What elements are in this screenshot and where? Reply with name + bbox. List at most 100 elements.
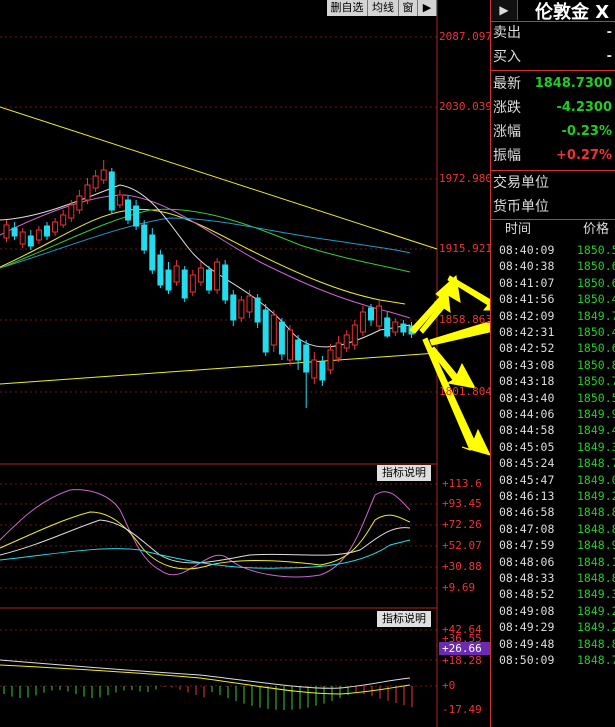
tick-row: 08:43:18 1850.7 — [491, 373, 615, 389]
tick-price: 1850.4 — [577, 325, 615, 339]
divider — [491, 170, 615, 171]
ma-line-white — [0, 184, 411, 348]
delete-watchlist-button[interactable]: 删自选 — [327, 0, 368, 16]
candle — [92, 175, 99, 189]
tick-row: 08:43:08 1850.8 — [491, 357, 615, 373]
tick-time: 08:43:08 — [499, 357, 555, 372]
indicator-axis-label: -17.49 — [442, 703, 482, 716]
tick-price: 1848.9 — [577, 538, 615, 553]
tick-row: 08:48:52 1849.3 — [491, 586, 615, 602]
tick-row: 08:46:58 1848.8 — [491, 504, 615, 520]
candle — [141, 224, 148, 251]
candle — [60, 214, 67, 226]
tick-price: 1849.3 — [577, 439, 615, 454]
quote-row: 最新 1848.7300 — [491, 73, 615, 95]
tick-time: 08:45:05 — [499, 439, 555, 454]
price-axis-label: 2030.039 — [439, 100, 492, 113]
quote-panel: ▶ 伦敦金 X 卖出 - 买入 - 最新 1848.7300 涨跌 -4.230… — [490, 0, 615, 727]
arrow-right-icon[interactable]: ▶ — [491, 0, 518, 20]
candle — [149, 234, 156, 271]
tick-price: 1849.7 — [577, 308, 615, 323]
tick-time: 08:43:40 — [499, 390, 555, 405]
candle — [262, 309, 269, 353]
chart-area[interactable]: 删自选 均线 窗 ▶ 2087.097 2030.039 1972.980 19… — [0, 0, 492, 727]
tick-price: 1850.6 — [577, 259, 615, 274]
price-axis-label: 1858.863 — [439, 313, 492, 326]
tick-price: 1850.7 — [577, 374, 615, 389]
quote-label: 涨幅 — [493, 124, 521, 140]
candle — [197, 267, 204, 283]
ask-value: - — [606, 25, 612, 40]
tick-time: 08:45:24 — [499, 456, 555, 471]
candle — [368, 307, 374, 321]
ask-label: 卖出 — [493, 25, 521, 41]
tick-time: 08:42:52 — [499, 341, 555, 356]
trading-unit-label: 交易单位 — [493, 175, 549, 191]
price-axis-label: 1972.980 — [439, 172, 492, 185]
tick-row: 08:45:47 1849.0 — [491, 472, 615, 488]
candle — [238, 299, 245, 319]
candle — [44, 225, 50, 237]
bid-row: 买入 - — [491, 46, 615, 68]
tick-time: 08:50:09 — [499, 653, 555, 667]
indicator-axis-label: +30.88 — [442, 560, 482, 573]
candle — [19, 231, 26, 245]
candle — [116, 194, 123, 206]
candle — [165, 269, 172, 291]
tick-price: 1850.8 — [577, 357, 615, 372]
tick-row: 08:47:08 1848.8 — [491, 521, 615, 537]
candle — [270, 314, 277, 346]
candle — [246, 295, 253, 313]
candle — [359, 311, 366, 333]
tick-row: 08:41:56 1850.4 — [491, 291, 615, 307]
tick-time: 08:49:48 — [499, 636, 555, 651]
bid-label: 买入 — [493, 49, 521, 65]
candle — [35, 229, 42, 241]
indicator-help-button[interactable]: 指标说明 — [377, 611, 431, 627]
indicator-axis-label: +72.26 — [442, 518, 482, 531]
tick-price: 1850.6 — [577, 275, 615, 290]
candle — [254, 297, 261, 323]
price-axis-label: 2087.097 — [439, 30, 492, 43]
candle — [189, 274, 196, 293]
candle — [108, 171, 115, 211]
change-value: -4.2300 — [556, 100, 612, 115]
macd-histogram — [3, 686, 413, 710]
moving-average-button[interactable]: 均线 — [368, 0, 399, 16]
tick-price: 1848.8 — [577, 521, 615, 536]
tick-time: 08:40:38 — [499, 259, 555, 274]
price-header: 价格 — [583, 222, 610, 237]
candle — [384, 317, 391, 337]
tick-row: 08:40:09 1850.5 — [491, 242, 615, 258]
info-row: 交易单位 — [491, 172, 615, 194]
resistance-trendline — [0, 106, 438, 250]
tick-row: 08:45:24 1848.7 — [491, 455, 615, 471]
bid-value: - — [606, 49, 612, 64]
candle — [214, 261, 221, 291]
indicator2-line-white — [0, 659, 411, 689]
quote-label: 振幅 — [493, 148, 521, 164]
indicator-axis-label: +9.69 — [442, 581, 476, 594]
candle — [303, 344, 310, 373]
tick-price: 1849.3 — [577, 587, 615, 602]
quote-label: 最新 — [493, 76, 521, 92]
indicator-axis-label: +113.6 — [442, 477, 482, 490]
indicator-help-button[interactable]: 指标说明 — [377, 465, 431, 481]
tick-row: 08:41:07 1850.6 — [491, 275, 615, 291]
candle — [27, 235, 34, 247]
candle — [125, 199, 131, 221]
candle — [327, 349, 334, 371]
tick-row: 08:48:06 1848.1 — [491, 554, 615, 570]
tick-price: 1850.4 — [577, 292, 615, 307]
arrow-right-icon[interactable]: ▶ — [418, 0, 437, 16]
candle — [278, 321, 285, 355]
window-button[interactable]: 窗 — [399, 0, 418, 16]
tick-time: 08:48:52 — [499, 587, 555, 602]
indicator-axis-label: +18.28 — [442, 654, 482, 667]
tick-row: 08:45:05 1849.3 — [491, 439, 615, 455]
tick-price: 1849.0 — [577, 472, 615, 487]
candles — [3, 160, 415, 408]
tick-row: 08:48:33 1848.8 — [491, 570, 615, 586]
tick-price: 1848.8 — [577, 636, 615, 651]
tick-time: 08:48:33 — [499, 571, 555, 585]
